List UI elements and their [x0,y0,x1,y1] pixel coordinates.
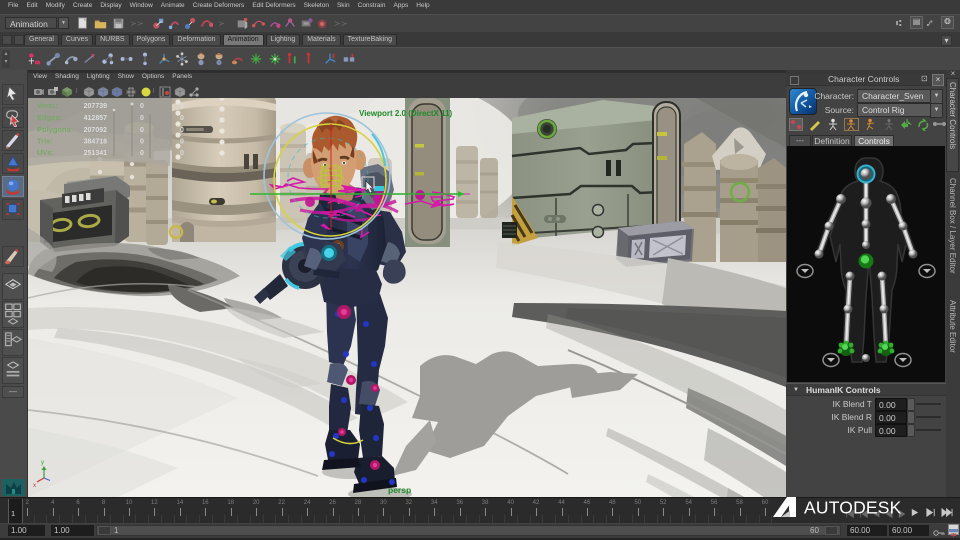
svg-text:384718: 384718 [84,139,107,146]
svg-text:0: 0 [180,127,184,134]
svg-text:0: 0 [140,103,144,110]
svg-text:0: 0 [180,139,184,146]
svg-text:Verts:: Verts: [37,101,58,110]
svg-text:Edges:: Edges: [37,113,62,122]
svg-text:AUTODESK: AUTODESK [804,498,902,518]
svg-text:x: x [33,483,36,489]
svg-text:207092: 207092 [84,127,107,134]
svg-text:207739: 207739 [84,103,107,110]
svg-text:0: 0 [180,115,184,122]
svg-text:y: y [41,460,44,466]
svg-text:0: 0 [180,150,184,157]
svg-text:251341: 251341 [84,150,107,157]
svg-text:Tris:: Tris: [37,137,53,146]
svg-text:0: 0 [140,127,144,134]
svg-text:persp: persp [388,485,411,495]
svg-text:0: 0 [180,103,184,110]
svg-text:Viewport 2.0 (DirectX 11): Viewport 2.0 (DirectX 11) [359,109,453,118]
svg-text:UVs:: UVs: [37,148,54,157]
svg-text:Polygons:: Polygons: [37,125,73,134]
svg-text:412857: 412857 [84,115,107,122]
svg-text:0: 0 [140,150,144,157]
svg-text:0: 0 [140,115,144,122]
svg-text:0: 0 [140,139,144,146]
